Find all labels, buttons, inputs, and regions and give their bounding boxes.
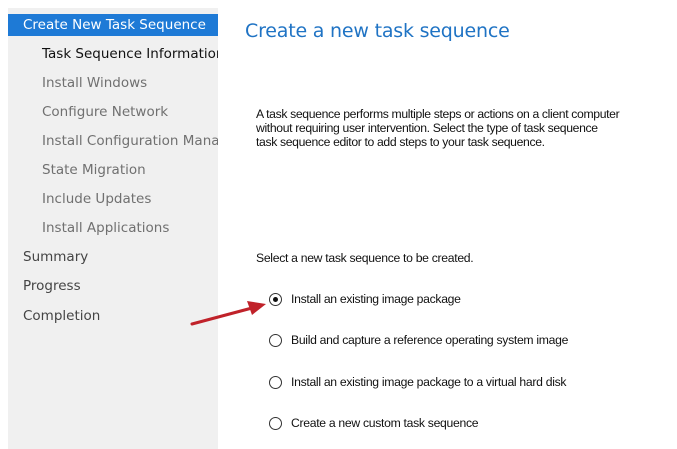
option-build-and-capture-reference-image[interactable]: Build and capture a reference operating … [269, 331, 568, 349]
sidebar-item-install-applications[interactable]: Install Applications [8, 217, 218, 239]
description-line: A task sequence performs multiple steps … [256, 107, 620, 121]
sidebar-item-state-migration[interactable]: State Migration [8, 159, 218, 181]
option-label: Install an existing image package [291, 292, 461, 306]
sidebar-item-task-sequence-information[interactable]: Task Sequence Information [8, 43, 218, 65]
description-line: task sequence editor to add steps to you… [256, 135, 545, 149]
wizard-sidebar: Create New Task Sequence Task Sequence I… [8, 8, 218, 449]
sidebar-item-install-windows[interactable]: Install Windows [8, 72, 218, 94]
sidebar-item-progress[interactable]: Progress [8, 275, 218, 297]
sidebar-item-completion[interactable]: Completion [8, 305, 218, 327]
option-install-image-package-to-vhd[interactable]: Install an existing image package to a v… [269, 373, 566, 391]
option-create-new-custom-task-sequence[interactable]: Create a new custom task sequence [269, 414, 479, 432]
option-label: Build and capture a reference operating … [291, 333, 569, 347]
red-arrow-icon [190, 301, 266, 326]
radio-button[interactable] [269, 333, 282, 347]
wizard-content: Create a new task sequence A task sequen… [218, 8, 677, 449]
description-text: A task sequence performs multiple steps … [256, 107, 677, 149]
sidebar-item-create-new-task-sequence[interactable]: Create New Task Sequence [8, 14, 218, 36]
option-label: Create a new custom task sequence [291, 416, 479, 430]
radio-button[interactable] [269, 375, 282, 389]
sidebar-item-include-updates[interactable]: Include Updates [8, 188, 218, 210]
page-title: Create a new task sequence [245, 20, 510, 42]
option-label: Install an existing image package to a v… [291, 375, 567, 389]
sidebar-item-summary[interactable]: Summary [8, 246, 218, 268]
sidebar-item-install-configuration-manager[interactable]: Install Configuration Manager [8, 130, 218, 152]
sidebar-item-configure-network[interactable]: Configure Network [8, 101, 218, 123]
radio-button[interactable] [269, 416, 282, 430]
select-sequence-label: Select a new task sequence to be created… [256, 251, 474, 265]
description-line: without requiring user intervention. Sel… [256, 121, 598, 135]
option-install-existing-image-package[interactable]: Install an existing image package [269, 290, 461, 308]
